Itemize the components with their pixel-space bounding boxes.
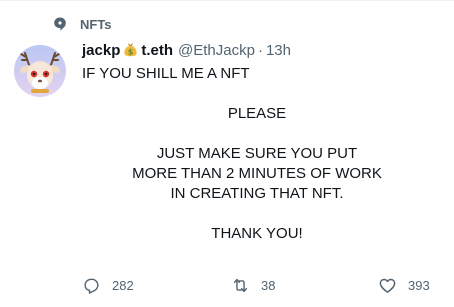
tweet-line-2: PLEASE [227, 105, 287, 122]
header-separator: · [257, 41, 263, 59]
topic-context[interactable]: NFTs [52, 15, 112, 33]
author-name-part1: jackp [82, 42, 121, 59]
tweet-line-1: IF YOU SHILL ME A NFT [82, 65, 250, 82]
tweet-timestamp[interactable]: 13h [266, 42, 291, 59]
tweet-line-6: THANK YOU! [211, 225, 303, 242]
tweet-actions: 282 38 393 [82, 273, 442, 297]
tweet-text: IF YOU SHILL ME A NFT PLEASE JUST MAKE S… [82, 64, 442, 244]
topic-label: NFTs [80, 16, 112, 32]
reply-icon [84, 278, 99, 294]
tweet-header: jackp $ t.eth @EthJackp · 13h [82, 40, 291, 60]
tweet-line-4: MORE THAN 2 MINUTES OF WORK [132, 165, 382, 182]
svg-text:$: $ [128, 48, 134, 57]
heart-icon [379, 278, 396, 293]
topic-bubble-icon [52, 16, 68, 32]
author-handle[interactable]: @EthJackp [178, 42, 255, 59]
retweet-icon [233, 278, 248, 292]
money-bag-emoji-icon: $ [122, 41, 139, 58]
tweet-line-3: JUST MAKE SURE YOU PUT [156, 145, 358, 162]
reply-button[interactable]: 282 [82, 273, 134, 297]
like-count: 393 [408, 277, 430, 293]
tweet-card[interactable]: NFTs jackp $ t.eth @EthJackp · 13h IF YO… [0, 0, 454, 307]
avatar[interactable] [14, 45, 66, 97]
retweet-count: 38 [261, 277, 276, 293]
tweet-line-5: IN CREATING THAT NFT. [170, 185, 344, 202]
retweet-button[interactable]: 38 [231, 273, 275, 297]
author-name-part2: t.eth [141, 42, 174, 59]
like-button[interactable]: 393 [378, 273, 430, 297]
author-name[interactable]: jackp $ t.eth [82, 41, 173, 59]
reply-count: 282 [112, 277, 134, 293]
